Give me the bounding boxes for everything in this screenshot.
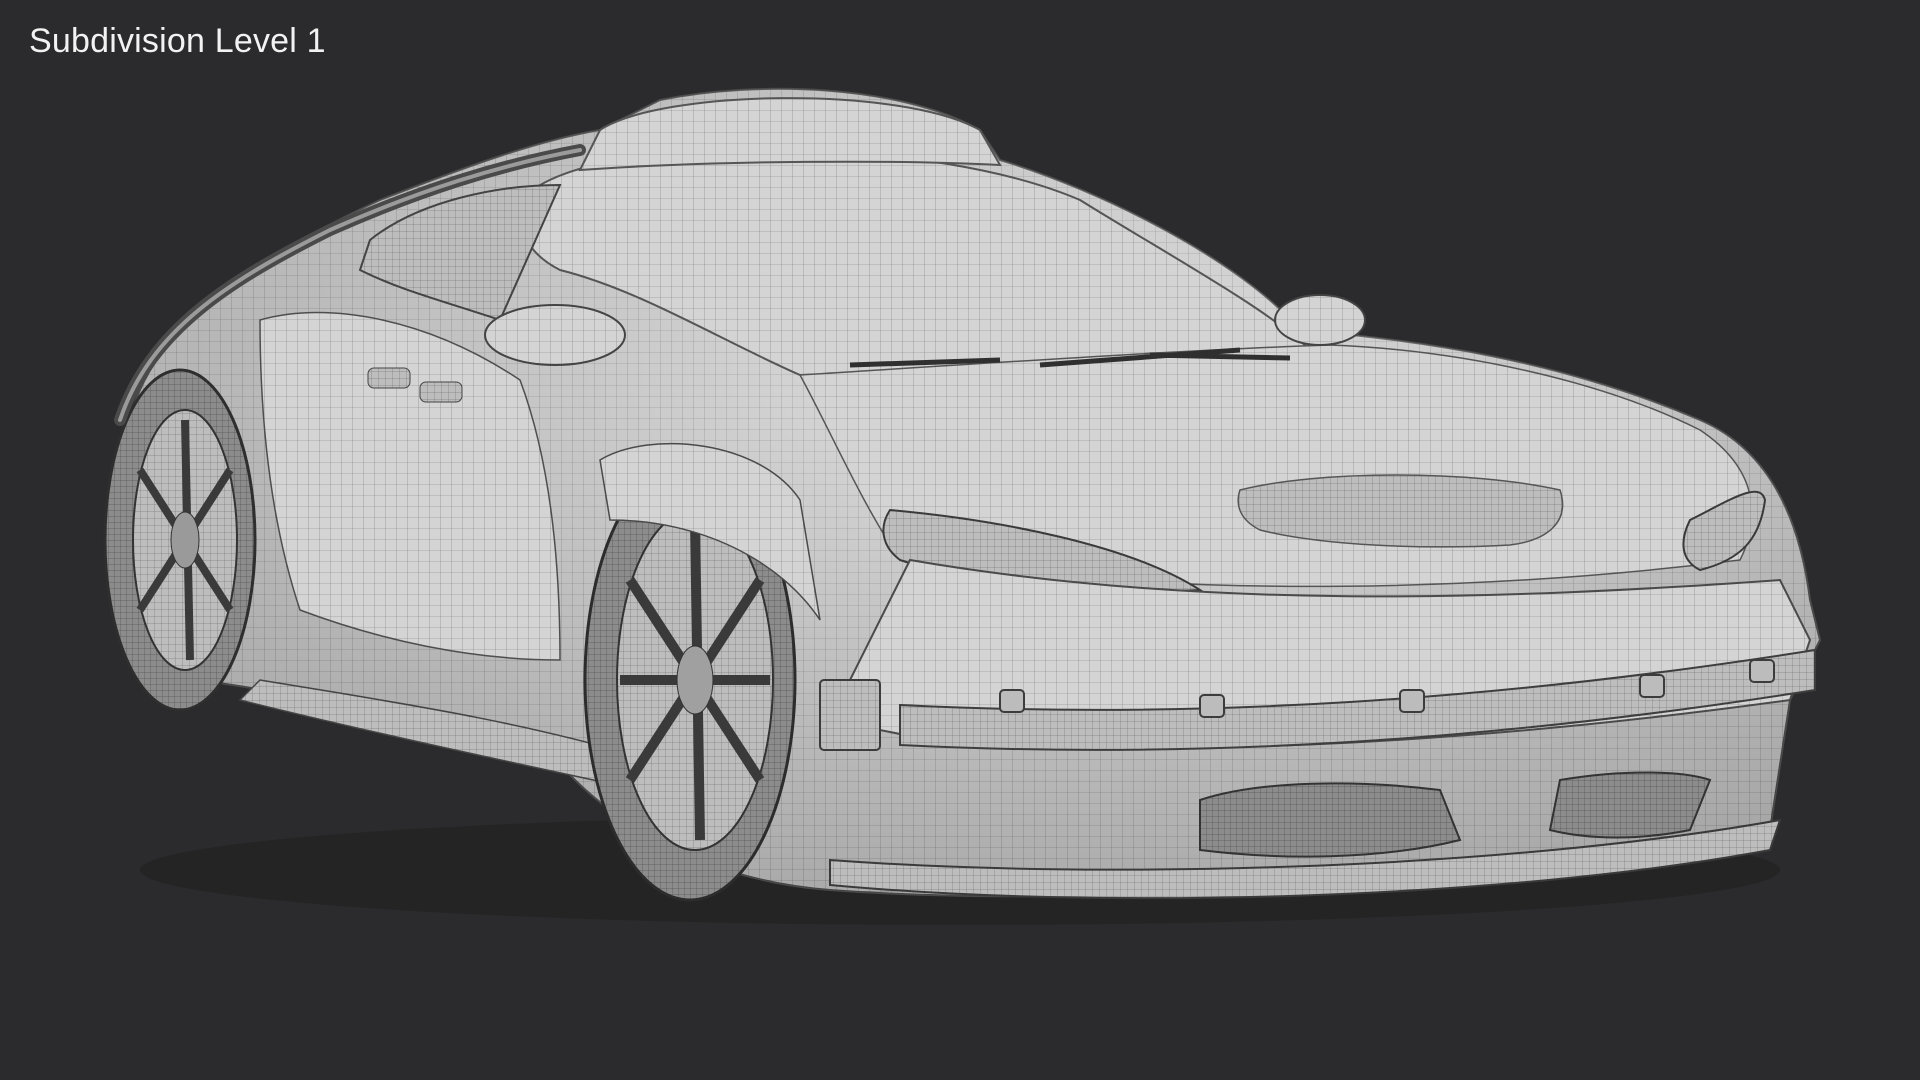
left-mirror [484, 304, 626, 366]
door-handle-front [367, 367, 411, 389]
hood-vent [1237, 474, 1564, 548]
door-handle-rear [419, 381, 463, 403]
car-wireframe-render [103, 87, 1822, 925]
render-viewport: Subdivision Level 1 [0, 0, 1920, 1080]
center-grille [1199, 782, 1462, 858]
viewport-label: Subdivision Level 1 [29, 22, 326, 60]
rear-wheel [103, 368, 257, 712]
right-mirror [1274, 294, 1366, 346]
side-grille [1548, 771, 1712, 839]
